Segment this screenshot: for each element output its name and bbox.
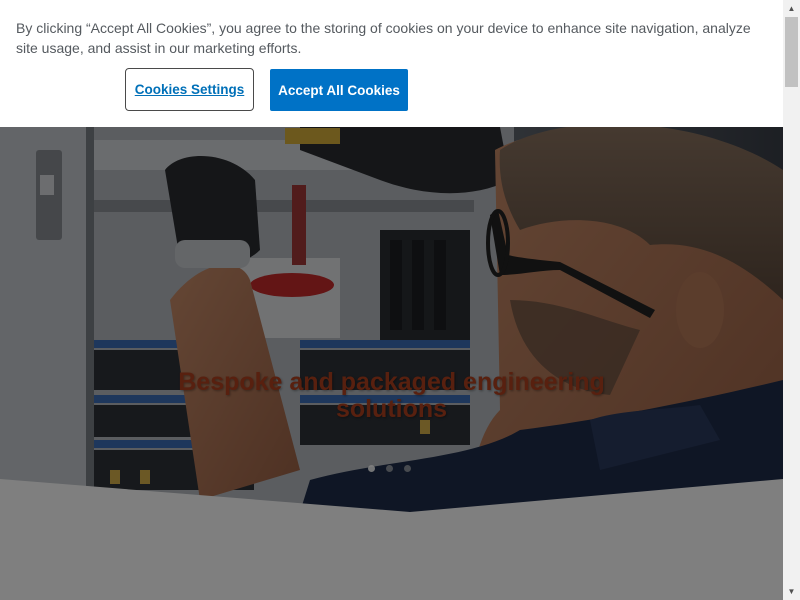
vertical-scrollbar[interactable]: ▲ ▼ (783, 0, 800, 600)
cookie-banner: By clicking “Accept All Cookies”, you ag… (0, 0, 783, 127)
scrollbar-thumb[interactable] (785, 17, 798, 87)
cookie-message: By clicking “Accept All Cookies”, you ag… (16, 20, 751, 56)
cookies-settings-button[interactable]: Cookies Settings (125, 68, 254, 111)
scroll-down-arrow-icon[interactable]: ▼ (783, 583, 800, 600)
scroll-up-arrow-icon[interactable]: ▲ (783, 0, 800, 17)
accept-all-cookies-button[interactable]: Accept All Cookies (270, 69, 408, 111)
